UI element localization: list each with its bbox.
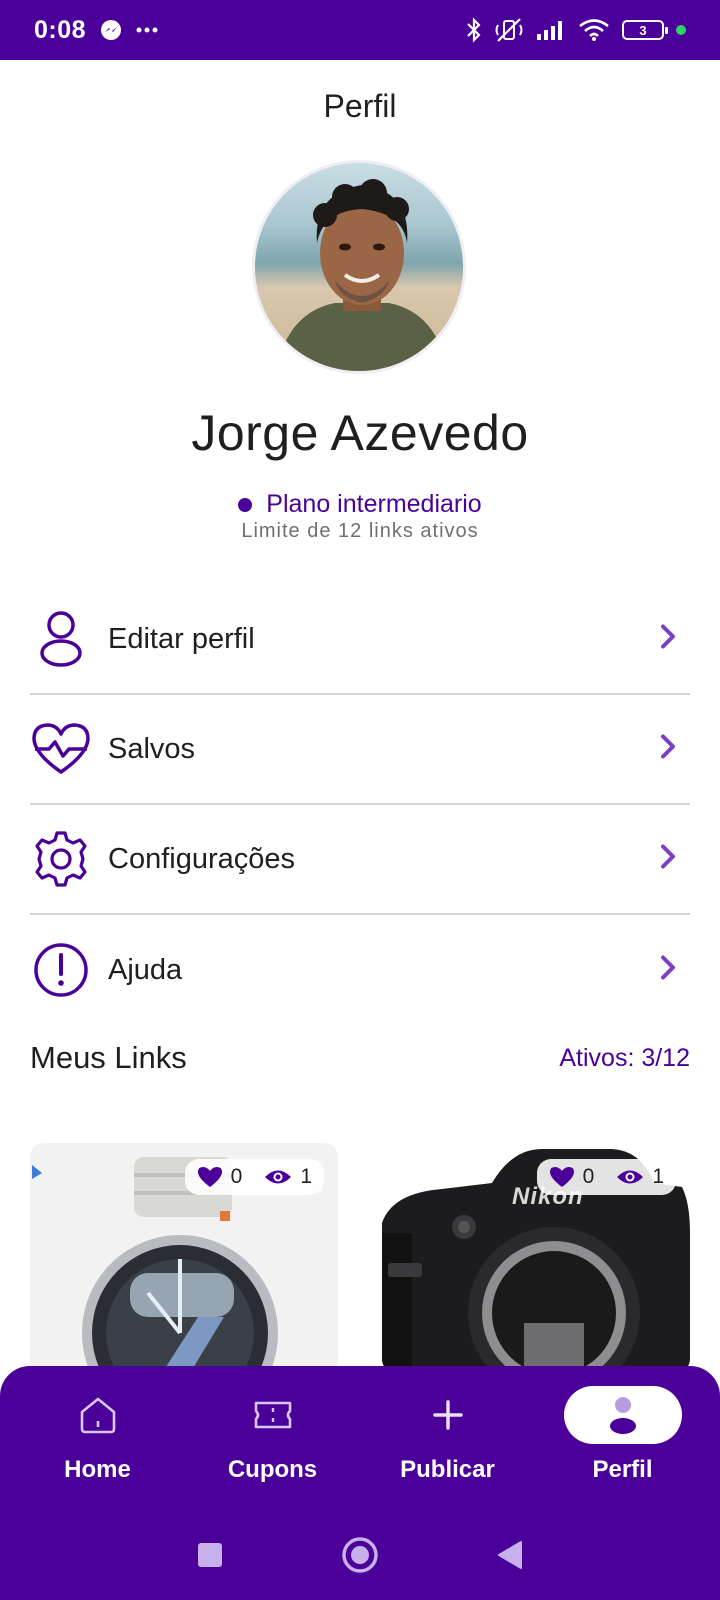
plan-badge: Plano intermediario — [0, 490, 720, 519]
nav-icon-wrap — [389, 1386, 507, 1444]
back-button[interactable] — [490, 1535, 530, 1575]
views-count: 1 — [652, 1165, 664, 1188]
nav-item-profile[interactable]: Perfil — [543, 1386, 703, 1484]
user-icon — [30, 608, 92, 670]
nav-item-publish[interactable]: Publicar — [368, 1386, 528, 1484]
bottom-nav: Home Cupons Publicar Perfil — [0, 1366, 720, 1600]
plan-dot-icon — [238, 497, 253, 512]
menu-item-saved[interactable]: Salvos — [30, 695, 690, 805]
nav-icon-wrap — [39, 1386, 157, 1444]
ticket-icon — [254, 1401, 291, 1429]
signal-icon — [536, 19, 566, 41]
alert-circle-icon — [30, 939, 92, 1001]
circle-icon — [342, 1537, 378, 1573]
nav-icon-wrap — [214, 1386, 332, 1444]
bluetooth-icon — [466, 17, 482, 43]
status-right: 3 — [466, 17, 686, 43]
menu-item-edit-profile[interactable]: Editar perfil — [30, 585, 690, 695]
eye-icon — [616, 1168, 644, 1186]
chevron-right-icon — [660, 844, 676, 875]
profile-menu: Editar perfil Salvos Configurações Ajuda — [30, 585, 690, 1025]
nav-icon-wrap-active — [563, 1386, 682, 1444]
chevron-right-icon — [660, 955, 676, 986]
status-time: 0:08 — [34, 15, 87, 44]
menu-item-label: Ajuda — [108, 953, 183, 986]
nav-item-home[interactable]: Home — [18, 1386, 178, 1484]
likes-count: 0 — [582, 1165, 595, 1188]
link-card[interactable]: Nikon 0 1 — [382, 1143, 690, 1373]
menu-item-label: Configurações — [108, 842, 295, 875]
link-card[interactable]: 0 1 — [30, 1143, 338, 1373]
home-system-button[interactable] — [340, 1535, 380, 1575]
heart-icon — [549, 1166, 575, 1188]
mute-icon — [494, 17, 524, 43]
gear-icon — [30, 828, 92, 890]
user-name: Jorge Azevedo — [191, 405, 529, 461]
wifi-icon — [578, 18, 610, 42]
eye-icon — [264, 1168, 292, 1186]
avatar[interactable] — [252, 160, 466, 374]
menu-item-label: Salvos — [108, 732, 196, 765]
heart-icon — [197, 1166, 223, 1188]
home-icon — [80, 1397, 115, 1434]
privacy-indicator — [676, 25, 686, 35]
heart-pulse-icon — [30, 718, 92, 780]
avatar-photo — [276, 179, 448, 371]
more-icon — [136, 27, 158, 33]
status-left: 0:08 — [34, 16, 158, 45]
menu-item-settings[interactable]: Configurações — [30, 805, 690, 915]
nav-label: Perfil — [592, 1456, 653, 1483]
chevron-right-icon — [660, 624, 676, 655]
back-triangle-icon — [498, 1541, 522, 1569]
messenger-icon — [100, 19, 122, 41]
plus-icon — [432, 1400, 463, 1430]
links-count: Ativos: 3/12 — [559, 1043, 690, 1072]
nav-label: Publicar — [400, 1456, 495, 1483]
likes-count: 0 — [230, 1165, 243, 1188]
plan-limit: Limite de 12 links ativos — [241, 520, 479, 542]
menu-item-label: Editar perfil — [108, 622, 255, 655]
recents-button[interactable] — [190, 1535, 230, 1575]
status-bar: 0:08 3 — [0, 0, 720, 60]
square-icon — [198, 1543, 222, 1567]
nav-label: Cupons — [227, 1456, 318, 1483]
views-count: 1 — [300, 1165, 312, 1188]
menu-item-help[interactable]: Ajuda — [30, 915, 690, 1025]
plan-name: Plano intermediario — [266, 490, 482, 518]
battery-level: 3 — [639, 22, 647, 38]
nav-item-coupons[interactable]: Cupons — [193, 1386, 353, 1484]
battery-icon: 3 — [622, 20, 668, 40]
nav-label: Home — [64, 1456, 131, 1483]
links-header: Meus Links Ativos: 3/12 — [30, 1040, 690, 1076]
profile-icon — [609, 1397, 636, 1434]
links-title: Meus Links — [30, 1040, 187, 1075]
link-stats: 0 1 — [536, 1159, 676, 1195]
system-nav — [0, 1520, 720, 1590]
bottom-nav-items: Home Cupons Publicar Perfil — [0, 1386, 720, 1484]
link-stats: 0 1 — [184, 1159, 324, 1195]
page-title: Perfil — [323, 88, 397, 124]
chevron-right-icon — [660, 734, 676, 765]
